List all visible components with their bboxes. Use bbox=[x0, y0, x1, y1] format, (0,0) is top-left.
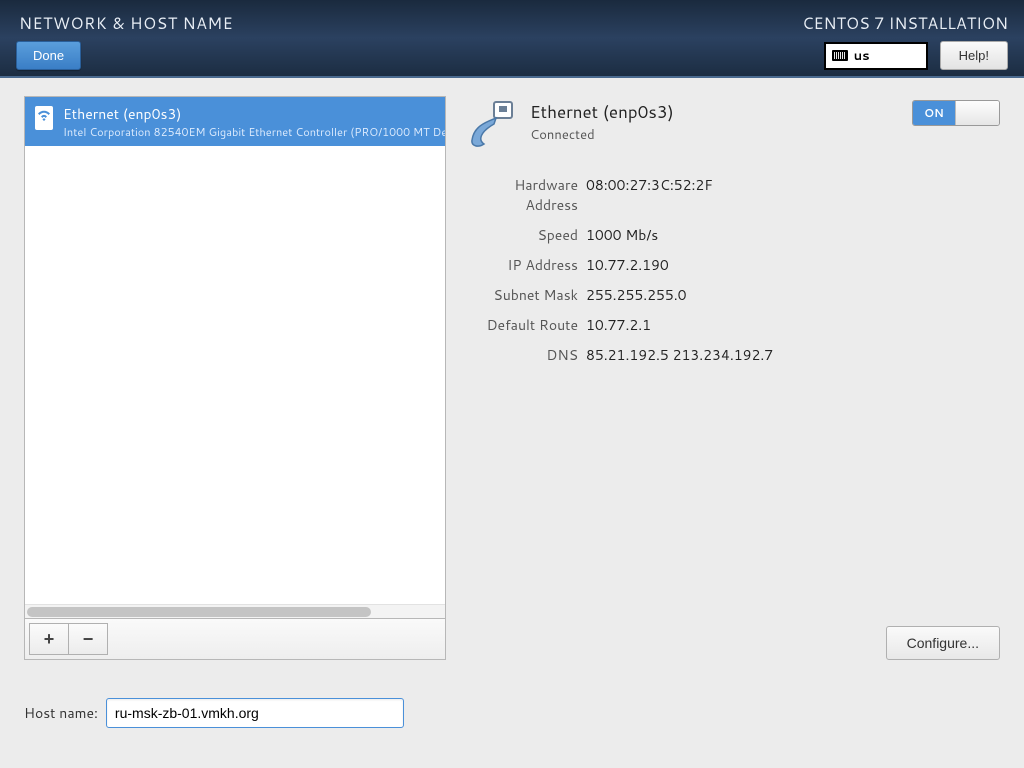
ethernet-icon bbox=[35, 106, 53, 130]
speed-label: Speed bbox=[466, 225, 578, 245]
connection-status: Connected bbox=[530, 126, 674, 144]
interface-list[interactable]: Ethernet (enp0s3) Intel Corporation 8254… bbox=[24, 96, 446, 619]
mask-label: Subnet Mask bbox=[466, 285, 578, 305]
hostname-input[interactable] bbox=[106, 698, 404, 728]
add-interface-button[interactable]: + bbox=[29, 623, 69, 655]
dns-value: 85.21.192.5 213.234.192.7 bbox=[586, 345, 773, 365]
toggle-knob bbox=[955, 101, 999, 125]
header-right: CENTOS 7 INSTALLATION us Help! bbox=[802, 12, 1008, 66]
keyboard-layout-indicator[interactable]: us bbox=[824, 42, 928, 70]
connection-toggle[interactable]: ON bbox=[912, 100, 1000, 126]
hostname-row: Host name: bbox=[0, 678, 1024, 728]
remove-interface-button[interactable]: − bbox=[68, 623, 108, 655]
dns-label: DNS bbox=[466, 345, 578, 365]
detail-row-ip: IP Address 10.77.2.190 bbox=[466, 250, 1000, 280]
ethernet-large-icon bbox=[466, 100, 516, 150]
interface-toolbar: + − bbox=[24, 619, 446, 660]
detail-row-mask: Subnet Mask 255.255.255.0 bbox=[466, 280, 1000, 310]
connection-details: Hardware Address 08:00:27:3C:52:2F Speed… bbox=[466, 170, 1000, 370]
toggle-on-label: ON bbox=[913, 101, 955, 125]
route-label: Default Route bbox=[466, 315, 578, 335]
hostname-label: Host name: bbox=[24, 703, 98, 723]
mask-value: 255.255.255.0 bbox=[586, 285, 687, 305]
interface-panel: Ethernet (enp0s3) Intel Corporation 8254… bbox=[24, 96, 446, 660]
interface-scrollbar[interactable] bbox=[25, 604, 445, 618]
header-left: NETWORK & HOST NAME Done bbox=[16, 12, 233, 66]
help-button[interactable]: Help! bbox=[940, 41, 1008, 70]
interface-name: Ethernet (enp0s3) bbox=[63, 104, 446, 124]
done-button[interactable]: Done bbox=[16, 41, 81, 70]
header-bar: NETWORK & HOST NAME Done CENTOS 7 INSTAL… bbox=[0, 0, 1024, 78]
route-value: 10.77.2.1 bbox=[586, 315, 651, 335]
connection-details-panel: Ethernet (enp0s3) Connected ON Hardware … bbox=[466, 96, 1000, 660]
product-title: CENTOS 7 INSTALLATION bbox=[802, 12, 1008, 35]
detail-row-route: Default Route 10.77.2.1 bbox=[466, 310, 1000, 340]
page-title: NETWORK & HOST NAME bbox=[19, 12, 233, 35]
interface-list-empty bbox=[25, 146, 445, 604]
interface-device-desc: Intel Corporation 82540EM Gigabit Ethern… bbox=[63, 124, 446, 140]
interface-text: Ethernet (enp0s3) Intel Corporation 8254… bbox=[63, 104, 446, 140]
detail-row-hwaddr: Hardware Address 08:00:27:3C:52:2F bbox=[466, 170, 1000, 220]
speed-value: 1000 Mb/s bbox=[586, 225, 658, 245]
ip-label: IP Address bbox=[466, 255, 578, 275]
hwaddr-label: Hardware Address bbox=[466, 175, 578, 215]
keyboard-icon bbox=[832, 50, 848, 61]
detail-row-dns: DNS 85.21.192.5 213.234.192.7 bbox=[466, 340, 1000, 370]
hwaddr-value: 08:00:27:3C:52:2F bbox=[586, 175, 713, 215]
detail-row-speed: Speed 1000 Mb/s bbox=[466, 220, 1000, 250]
content-area: Ethernet (enp0s3) Intel Corporation 8254… bbox=[0, 78, 1024, 678]
keyboard-layout-label: us bbox=[854, 47, 870, 65]
ip-value: 10.77.2.190 bbox=[586, 255, 669, 275]
interface-list-item[interactable]: Ethernet (enp0s3) Intel Corporation 8254… bbox=[25, 97, 445, 146]
configure-button[interactable]: Configure... bbox=[886, 626, 1000, 660]
connection-name: Ethernet (enp0s3) bbox=[530, 100, 674, 124]
